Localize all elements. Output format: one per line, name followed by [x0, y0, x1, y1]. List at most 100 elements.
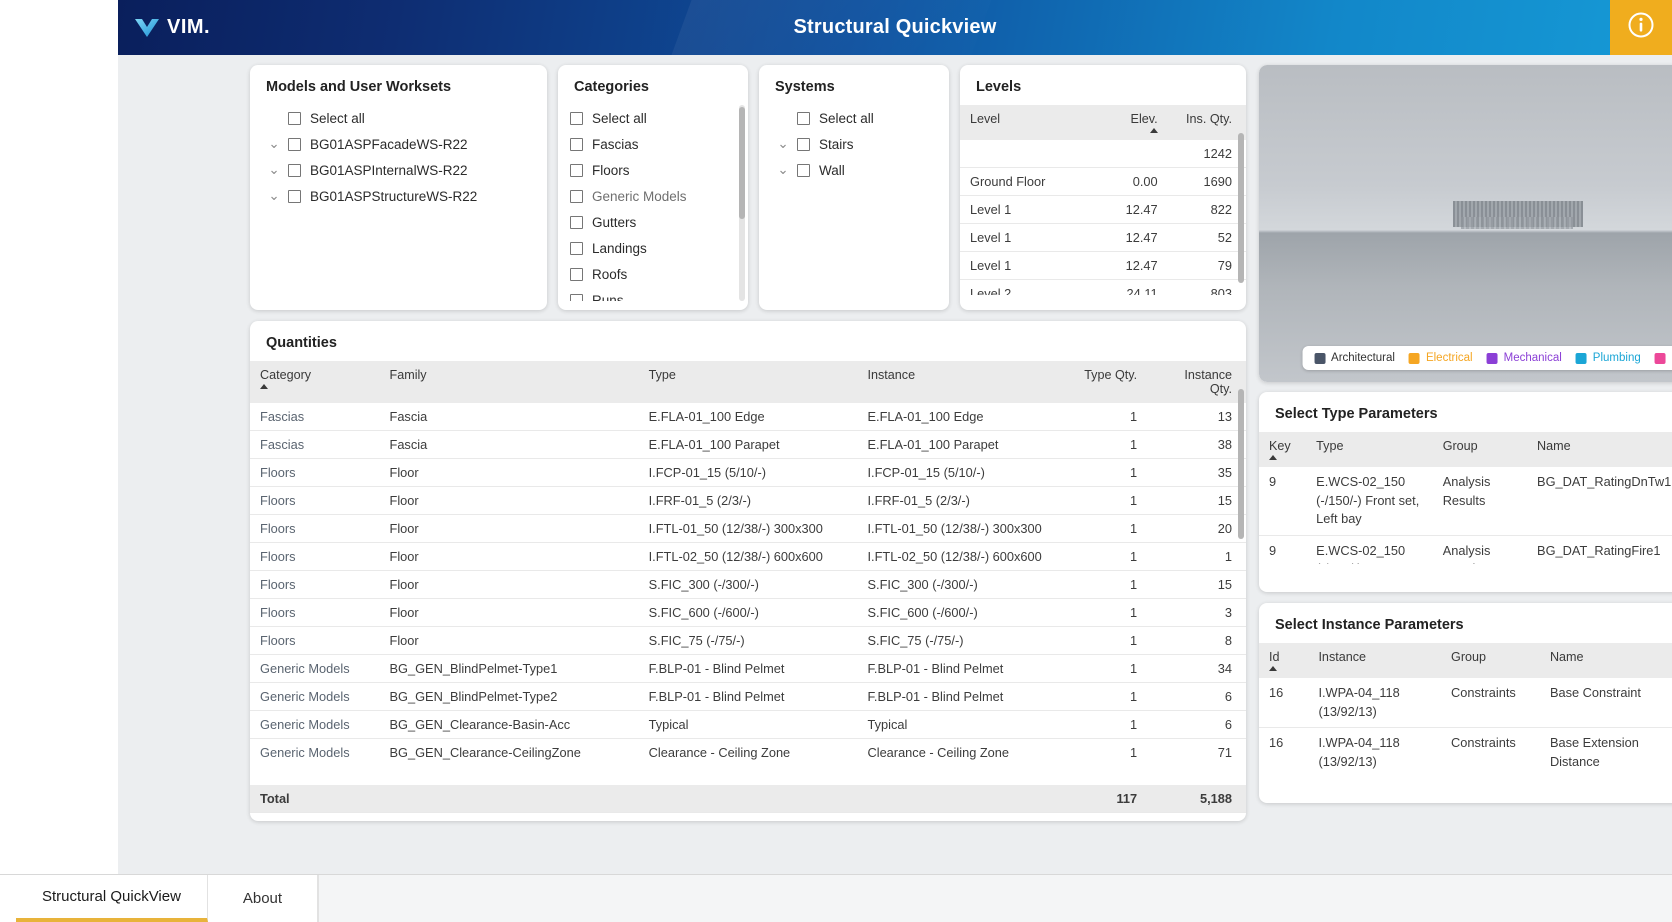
checkbox-row[interactable]: ⌄ Select all — [250, 105, 547, 131]
inst-params-table-wrap[interactable]: Id Instance Group Name Value 16I.WPA-04_… — [1259, 643, 1672, 775]
column-header-ins-qty[interactable]: Ins. Qty. — [1172, 105, 1246, 140]
column-header-name[interactable]: Name — [1527, 432, 1672, 467]
column-header-group[interactable]: Group — [1433, 432, 1527, 467]
checkbox-row[interactable]: ⌄ BG01ASPStructureWS-R22 — [250, 183, 547, 209]
cell-qty: 1690 — [1172, 168, 1246, 196]
table-row[interactable]: FloorsFloorS.FIC_300 (-/300/-)S.FIC_300 … — [250, 571, 1246, 599]
column-header-key[interactable]: Key — [1259, 432, 1306, 467]
table-row[interactable]: FloorsFloorS.FIC_600 (-/600/-)S.FIC_600 … — [250, 599, 1246, 627]
checkbox[interactable] — [570, 164, 583, 177]
chevron-down-icon[interactable]: ⌄ — [775, 162, 791, 178]
table-row[interactable]: 16I.WPA-04_118 (13/92/13)ConstraintsBase… — [1259, 728, 1672, 775]
checkbox[interactable] — [570, 294, 583, 302]
models-list[interactable]: ⌄ Select all ⌄ BG01ASPFacadeWS-R22 ⌄ BG0… — [250, 105, 547, 295]
checkbox[interactable] — [570, 112, 583, 125]
checkbox-row[interactable]: Gutters — [558, 209, 748, 235]
quantities-scrollbar-thumb[interactable] — [1238, 389, 1244, 539]
column-header-group[interactable]: Group — [1441, 643, 1540, 678]
column-header-elev[interactable]: Elev. — [1109, 105, 1172, 140]
column-header-type-qty[interactable]: Type Qty. — [1071, 361, 1151, 403]
cell-type: F.BLP-01 - Blind Pelmet — [639, 683, 858, 711]
checkbox-row[interactable]: Roofs — [558, 261, 748, 287]
table-row[interactable]: 16I.WPA-04_118 (13/92/13)ConstraintsBase… — [1259, 678, 1672, 728]
legend-item[interactable]: Structural — [1655, 352, 1672, 364]
table-row[interactable]: 9E.WCS-02_150 (-/150/-) Front set, Left … — [1259, 467, 1672, 535]
column-header-instance[interactable]: Instance — [857, 361, 1071, 403]
checkbox-row[interactable]: Select all — [558, 105, 748, 131]
checkbox[interactable] — [797, 112, 810, 125]
column-header-instance[interactable]: Instance — [1308, 643, 1441, 678]
checkbox[interactable] — [797, 138, 810, 151]
type-params-table-wrap[interactable]: Key Type Group Name Value 9E.WCS-02_150 … — [1259, 432, 1672, 564]
table-row[interactable]: 9E.WCS-02_150 (-/150/-) Front set, Left … — [1259, 535, 1672, 564]
chevron-down-icon[interactable]: ⌄ — [775, 136, 791, 152]
checkbox-row[interactable]: ⌄ BG01ASPFacadeWS-R22 — [250, 131, 547, 157]
table-row[interactable]: FasciasFasciaE.FLA-01_100 EdgeE.FLA-01_1… — [250, 403, 1246, 431]
column-header-type[interactable]: Type — [639, 361, 858, 403]
checkbox[interactable] — [570, 242, 583, 255]
categories-scrollbar-thumb[interactable] — [739, 107, 745, 219]
table-row[interactable]: Generic ModelsBG_GEN_Clearance-CeilingZo… — [250, 739, 1246, 767]
table-row[interactable]: Generic ModelsBG_GEN_BlindPelmet-Type1F.… — [250, 655, 1246, 683]
quantities-table-wrap[interactable]: Category Family Type Instance Type Qty. … — [250, 361, 1246, 766]
checkbox[interactable] — [288, 190, 301, 203]
legend-swatch — [1487, 353, 1498, 364]
table-row[interactable]: FasciasFasciaE.FLA-01_100 ParapetE.FLA-0… — [250, 431, 1246, 459]
cell-type: I.FCP-01_15 (5/10/-) — [639, 459, 858, 487]
checkbox[interactable] — [570, 216, 583, 229]
table-row[interactable]: Generic ModelsBG_GEN_BlindPelmet-Type2F.… — [250, 683, 1246, 711]
column-header-id[interactable]: Id — [1259, 643, 1308, 678]
legend-item[interactable]: Plumbing — [1576, 352, 1641, 364]
column-header-instance-qty[interactable]: Instance Qty. — [1151, 361, 1246, 403]
checkbox[interactable] — [570, 268, 583, 281]
checkbox-row[interactable]: ⌄ Select all — [759, 105, 949, 131]
checkbox[interactable] — [288, 138, 301, 151]
model-viewport-panel[interactable]: Architectural Electrical Mechanical — [1259, 65, 1672, 382]
chevron-down-icon[interactable]: ⌄ — [266, 188, 282, 204]
legend-item[interactable]: Mechanical — [1487, 352, 1562, 364]
legend-item[interactable]: Architectural — [1314, 352, 1395, 364]
checkbox[interactable] — [288, 112, 301, 125]
table-row[interactable]: FloorsFloorS.FIC_75 (-/75/-)S.FIC_75 (-/… — [250, 627, 1246, 655]
model-viewport[interactable]: Architectural Electrical Mechanical — [1259, 65, 1672, 382]
column-header-category[interactable]: Category — [250, 361, 380, 403]
chevron-down-icon[interactable]: ⌄ — [266, 162, 282, 178]
table-row[interactable]: 1242 — [960, 140, 1246, 168]
categories-list[interactable]: Select all Fascias Floors Generic Models — [558, 105, 748, 301]
cell-instance-qty: 6 — [1151, 683, 1246, 711]
table-row[interactable]: Level 1 12.47 79 — [960, 252, 1246, 280]
table-row[interactable]: Generic ModelsBG_GEN_Clearance-Basin-Acc… — [250, 711, 1246, 739]
column-header-level[interactable]: Level — [960, 105, 1109, 140]
checkbox[interactable] — [797, 164, 810, 177]
table-row[interactable]: FloorsFloorI.FCP-01_15 (5/10/-)I.FCP-01_… — [250, 459, 1246, 487]
checkbox[interactable] — [570, 190, 583, 203]
checkbox-row[interactable]: ⌄ BG01ASPInternalWS-R22 — [250, 157, 547, 183]
checkbox[interactable] — [570, 138, 583, 151]
column-header-type[interactable]: Type — [1306, 432, 1433, 467]
checkbox[interactable] — [288, 164, 301, 177]
checkbox-row[interactable]: Landings — [558, 235, 748, 261]
table-row[interactable]: Level 1 12.47 822 — [960, 196, 1246, 224]
legend-item[interactable]: Electrical — [1409, 352, 1473, 364]
checkbox-row[interactable]: Generic Models — [558, 183, 748, 209]
table-row[interactable]: Level 1 12.47 52 — [960, 224, 1246, 252]
info-button[interactable] — [1610, 0, 1672, 55]
chevron-down-icon[interactable]: ⌄ — [266, 136, 282, 152]
levels-table-wrap[interactable]: Level Elev. Ins. Qty. — [960, 105, 1246, 295]
systems-list[interactable]: ⌄ Select all ⌄ Stairs ⌄ Wall — [759, 105, 949, 295]
tab-about[interactable]: About — [208, 875, 318, 922]
checkbox-row[interactable]: Runs — [558, 287, 748, 301]
levels-scrollbar-thumb[interactable] — [1238, 133, 1244, 283]
table-row[interactable]: FloorsFloorI.FTL-02_50 (12/38/-) 600x600… — [250, 543, 1246, 571]
table-row[interactable]: FloorsFloorI.FTL-01_50 (12/38/-) 300x300… — [250, 515, 1246, 543]
checkbox-row[interactable]: ⌄ Wall — [759, 157, 949, 183]
table-row[interactable]: FloorsFloorI.FRF-01_5 (2/3/-)I.FRF-01_5 … — [250, 487, 1246, 515]
column-header-name[interactable]: Name — [1540, 643, 1672, 678]
checkbox-row[interactable]: Floors — [558, 157, 748, 183]
table-row[interactable]: Level 2 24.11 803 — [960, 280, 1246, 296]
checkbox-row[interactable]: Fascias — [558, 131, 748, 157]
tab-structural-quickview[interactable]: Structural QuickView — [16, 875, 208, 922]
table-row[interactable]: Ground Floor 0.00 1690 — [960, 168, 1246, 196]
checkbox-row[interactable]: ⌄ Stairs — [759, 131, 949, 157]
column-header-family[interactable]: Family — [380, 361, 639, 403]
